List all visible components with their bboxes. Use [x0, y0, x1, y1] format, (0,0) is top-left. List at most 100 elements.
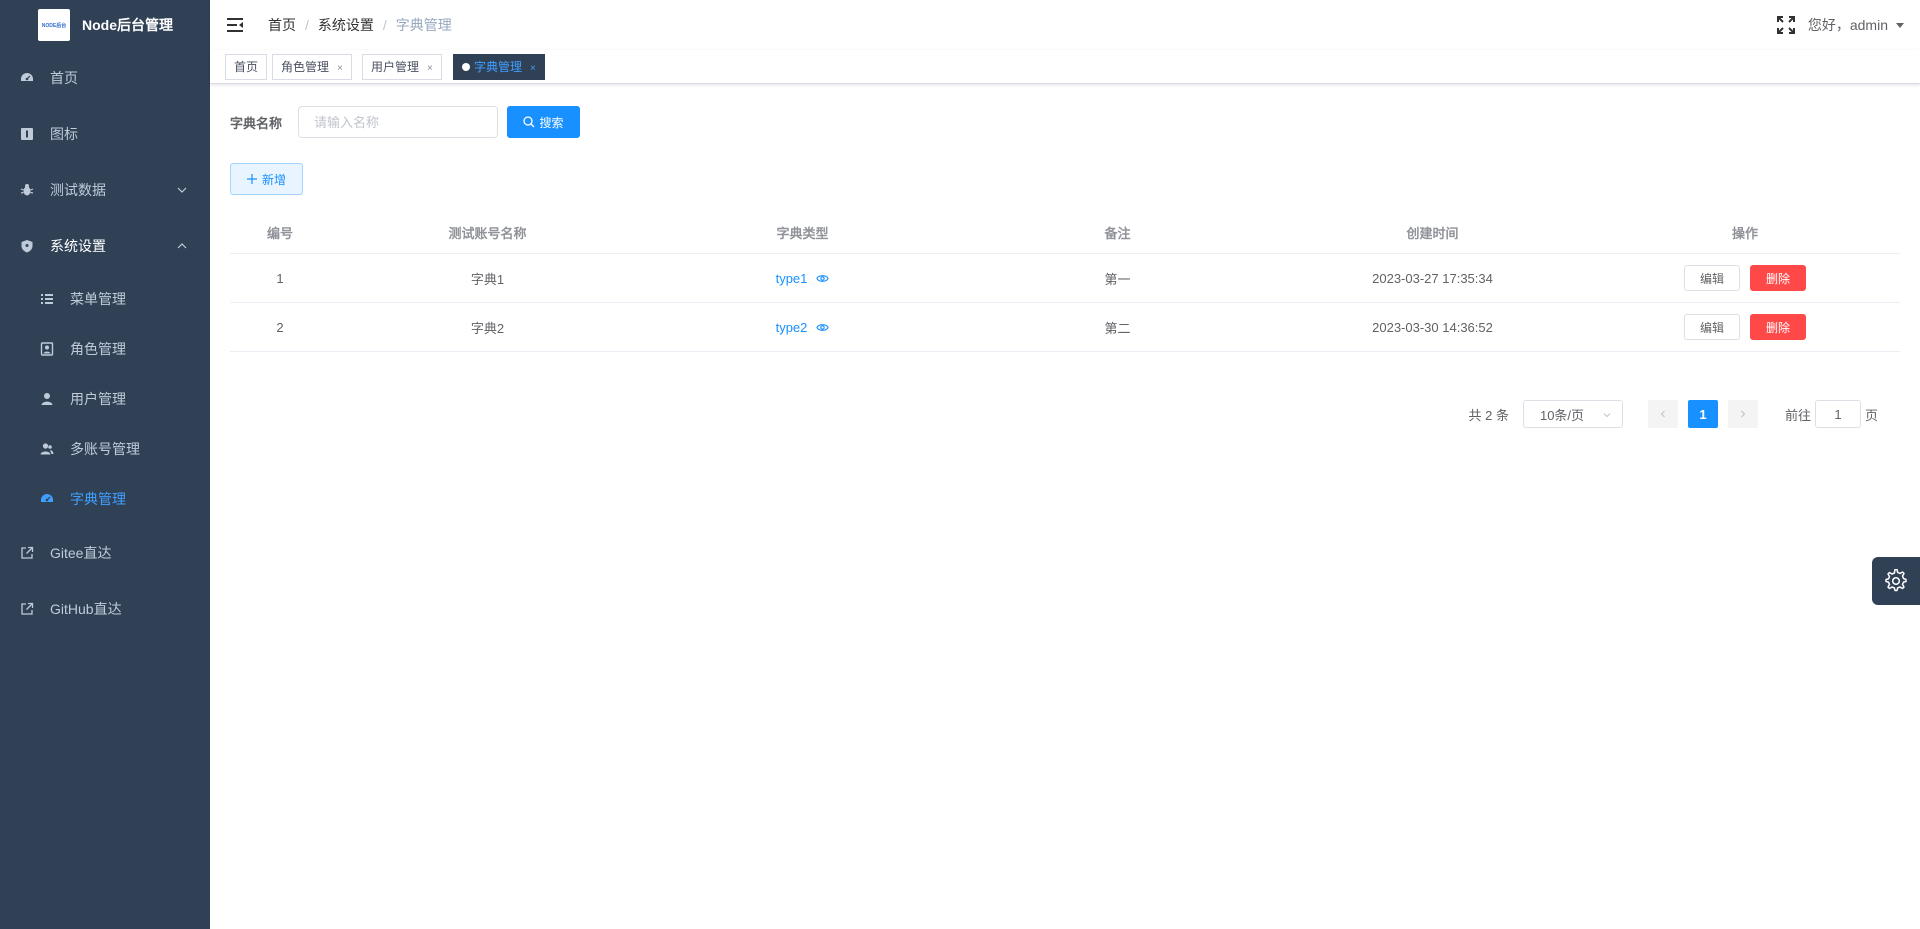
close-icon[interactable]: ×: [530, 63, 536, 74]
fullscreen-icon[interactable]: [1776, 15, 1796, 35]
sidebar-item-label: 角色管理: [70, 341, 126, 357]
goto-page-input[interactable]: [1814, 400, 1861, 428]
active-dot-icon: [462, 63, 470, 71]
sidebar-item-label: GitHub直达: [50, 601, 122, 617]
sidebar-item-label: 菜单管理: [70, 291, 126, 307]
goto-page: 前往 页: [1785, 400, 1878, 428]
hamburger-icon[interactable]: [226, 16, 244, 34]
main-content: 字典名称 搜索 新增 编号 测试账号名称 字典类型 备注 创建时间 操作 1 字…: [210, 84, 1920, 929]
sidebar-item-home[interactable]: 首页: [0, 50, 210, 106]
sidebar-item-github[interactable]: GitHub直达: [0, 581, 210, 637]
chevron-down-icon: [1603, 413, 1611, 418]
chevron-down-icon: [177, 187, 187, 193]
icon-library-icon: [20, 127, 34, 141]
app-root: NODE后台 Node后台管理 首页 图标 测试数据 系统设置 菜单管理 角色管…: [0, 0, 1920, 929]
sidebar-item-label: 测试数据: [50, 182, 106, 198]
breadcrumb: 首页 / 系统设置 / 字典管理: [268, 0, 452, 50]
prev-page-button[interactable]: [1647, 400, 1678, 428]
search-icon: [523, 116, 535, 128]
sidebar-item-gitee[interactable]: Gitee直达: [0, 525, 210, 581]
page-number-current[interactable]: 1: [1687, 400, 1718, 428]
add-button-label: 新增: [261, 172, 286, 187]
breadcrumb-system-settings[interactable]: 系统设置: [318, 15, 374, 35]
gear-icon: [1885, 569, 1907, 592]
search-button-label: 搜索: [539, 115, 564, 130]
column-header-type: 字典类型: [776, 225, 829, 241]
cell-type: type1: [645, 254, 960, 302]
search-button[interactable]: 搜索: [507, 106, 580, 138]
column-header-actions: 操作: [1731, 225, 1758, 241]
page-size-select[interactable]: 10条/页: [1522, 400, 1623, 428]
cell-created: 2023-03-30 14:36:52: [1372, 319, 1493, 335]
search-input[interactable]: [298, 106, 498, 138]
breadcrumb-separator: /: [305, 17, 309, 33]
sidebar-item-multi-account[interactable]: 多账号管理: [0, 424, 210, 474]
column-header-note: 备注: [1104, 225, 1131, 241]
chevron-right-icon: [1741, 410, 1746, 418]
eye-icon[interactable]: [816, 272, 830, 285]
sidebar-item-user-management[interactable]: 用户管理: [0, 374, 210, 424]
role-icon: [40, 342, 54, 356]
chevron-left-icon: [1660, 410, 1665, 418]
tag-home[interactable]: 首页: [225, 54, 268, 80]
next-page-button[interactable]: [1727, 400, 1758, 428]
search-label: 字典名称: [230, 116, 283, 131]
table-row: 2 字典2 type2 第二 2023-03-30 14:36:52 编辑 删除: [230, 303, 1900, 352]
tag-user-management[interactable]: 用户管理 ×: [362, 54, 442, 80]
users-icon: [40, 442, 54, 456]
table-header: 编号 测试账号名称 字典类型 备注 创建时间 操作: [230, 210, 1900, 254]
delete-button[interactable]: 删除: [1750, 314, 1806, 340]
sidebar-item-label: 多账号管理: [70, 441, 140, 457]
column-header-name: 测试账号名称: [448, 225, 527, 241]
sidebar-item-label: 图标: [50, 126, 78, 142]
user-greeting: 您好，admin: [1807, 17, 1888, 33]
cell-name: 字典2: [470, 320, 505, 336]
cell-type: type2: [645, 303, 960, 351]
pagination: 共 2 条 10条/页 1 前往 页: [1468, 400, 1878, 428]
eye-icon[interactable]: [816, 321, 830, 334]
breadcrumb-home[interactable]: 首页: [268, 15, 296, 35]
navbar-right: 您好，admin: [1776, 0, 1904, 50]
sidebar-item-menu-management[interactable]: 菜单管理: [0, 274, 210, 324]
column-header-created: 创建时间: [1406, 225, 1459, 241]
tags-view: 首页 角色管理 × 用户管理 × 字典管理 ×: [210, 50, 1920, 84]
add-button[interactable]: 新增: [230, 163, 303, 195]
edit-button[interactable]: 编辑: [1684, 265, 1740, 291]
sidebar-item-role-management[interactable]: 角色管理: [0, 324, 210, 374]
cell-name: 字典1: [470, 271, 505, 287]
user-dropdown[interactable]: 您好，admin: [1808, 15, 1904, 35]
user-icon: [40, 392, 54, 406]
sidebar-item-label: Gitee直达: [50, 545, 112, 561]
logo[interactable]: NODE后台 Node后台管理: [0, 0, 210, 50]
close-icon[interactable]: ×: [427, 63, 433, 74]
cell-created: 2023-03-27 17:35:34: [1372, 270, 1493, 286]
cell-id: 2: [276, 319, 284, 335]
external-link-icon: [20, 602, 34, 616]
goto-prefix: 前往: [1784, 407, 1811, 423]
cell-note: 第一: [1104, 271, 1131, 287]
close-icon[interactable]: ×: [337, 63, 343, 74]
tag-dictionary-management[interactable]: 字典管理 ×: [453, 54, 545, 80]
logo-image: NODE后台: [38, 9, 70, 41]
tag-label: 用户管理: [371, 60, 420, 74]
sidebar-item-label: 系统设置: [50, 238, 106, 254]
sidebar-item-test-data[interactable]: 测试数据: [0, 162, 210, 218]
dashboard-icon: [20, 71, 34, 85]
column-header-id: 编号: [266, 225, 293, 241]
type-link[interactable]: type1: [776, 271, 808, 286]
breadcrumb-current: 字典管理: [395, 17, 452, 33]
sidebar-item-icons[interactable]: 图标: [0, 106, 210, 162]
settings-button[interactable]: [1872, 557, 1920, 605]
sidebar-item-system-settings[interactable]: 系统设置: [0, 218, 210, 274]
bug-icon: [20, 183, 34, 197]
pagination-total: 共 2 条: [1468, 407, 1509, 423]
caret-down-icon: [1896, 22, 1904, 28]
sidebar-item-label: 字典管理: [70, 491, 126, 507]
tag-role-management[interactable]: 角色管理 ×: [272, 54, 352, 80]
delete-button[interactable]: 删除: [1750, 265, 1806, 291]
edit-button[interactable]: 编辑: [1684, 314, 1740, 340]
sidebar-item-dictionary-management[interactable]: 字典管理: [0, 474, 210, 524]
plus-icon: [246, 174, 257, 184]
sidebar: NODE后台 Node后台管理 首页 图标 测试数据 系统设置 菜单管理 角色管…: [0, 0, 210, 929]
type-link[interactable]: type2: [776, 320, 808, 335]
